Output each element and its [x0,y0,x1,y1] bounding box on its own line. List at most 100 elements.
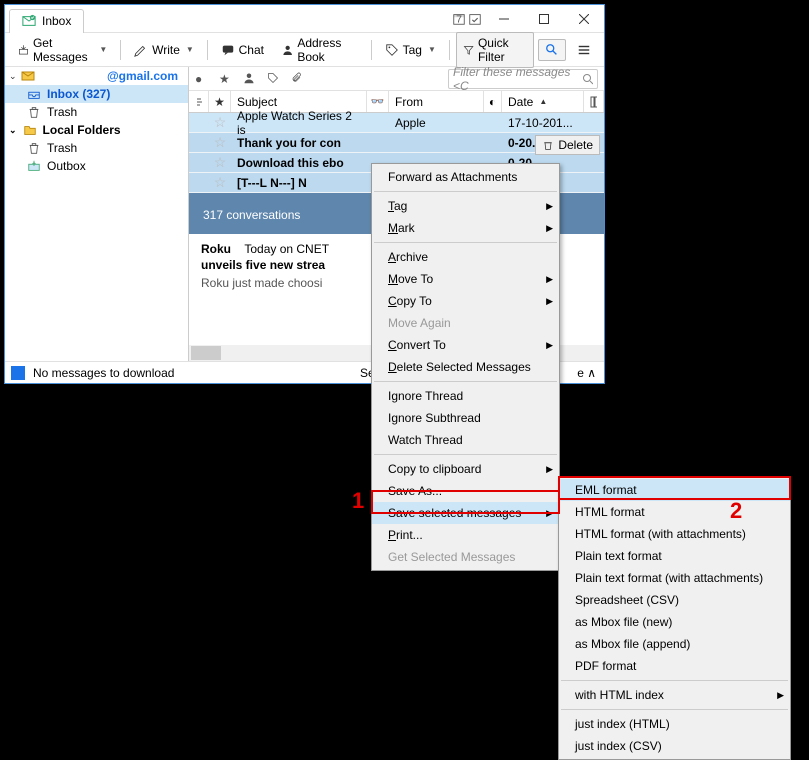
tag-filter-icon[interactable] [267,72,281,86]
star-icon[interactable]: ☆ [214,114,227,131]
calendar-icon[interactable]: 7 [452,12,466,26]
menu-item[interactable]: Convert To▶ [372,334,559,356]
menu-item[interactable]: Print... [372,524,559,546]
menu-item[interactable]: Plain text format (with attachments) [559,567,790,589]
menu-item[interactable]: Move To▶ [372,268,559,290]
folder-outbox[interactable]: Outbox [5,157,188,175]
main-toolbar: Get Messages▼ Write ▼ Chat Address Book T… [5,33,604,67]
address-book-button[interactable]: Address Book [275,32,365,68]
menu-item[interactable]: Watch Thread [372,429,559,451]
menu-item[interactable]: Copy To▶ [372,290,559,312]
app-menu-button[interactable] [570,39,598,61]
menu-item[interactable]: Save As... [372,480,559,502]
tag-button[interactable]: Tag▼ [378,39,443,61]
minimize-button[interactable] [484,7,524,31]
account-row[interactable]: ⌄ @gmail.com [5,67,188,85]
menu-item-label: Mark [388,221,415,235]
col-correspondent[interactable]: 👓 [367,91,389,112]
menu-item[interactable]: Ignore Thread [372,385,559,407]
message-context-menu[interactable]: Forward as AttachmentsTag▶Mark▶ArchiveMo… [371,163,560,571]
maximize-button[interactable] [524,7,564,31]
delete-button-overlay[interactable]: Delete [535,135,600,155]
menu-item[interactable]: Plain text format [559,545,790,567]
menu-item[interactable]: Tag▶ [372,195,559,217]
menu-item[interactable]: Archive [372,246,559,268]
menu-item[interactable]: EML format [559,479,790,501]
menu-item[interactable]: with HTML index▶ [559,684,790,706]
menu-item-label: Plain text format [575,549,662,563]
account-email: @gmail.com [37,69,184,83]
menu-item[interactable]: HTML format [559,501,790,523]
address-book-label: Address Book [297,36,357,64]
write-label: Write [152,43,180,57]
col-indicator[interactable]: ◐ [484,91,502,112]
menu-item[interactable]: Delete Selected Messages [372,356,559,378]
chat-button[interactable]: Chat [214,39,271,61]
col-subject-label: Subject [237,95,277,109]
trash-icon [542,139,554,151]
star-filter-icon[interactable]: ★ [219,72,233,86]
menu-item[interactable]: Spreadsheet (CSV) [559,589,790,611]
msg-subject: Thank you for con [231,133,367,152]
menu-item-label: Copy To [388,294,432,308]
trash-icon [27,141,41,155]
menu-item[interactable]: Forward as Attachments [372,166,559,188]
tab-label: Inbox [42,14,71,28]
folder-inbox[interactable]: Inbox (327) [5,85,188,103]
menu-item[interactable]: just index (HTML) [559,713,790,735]
delete-label: Delete [558,138,593,152]
tasks-icon[interactable] [468,12,482,26]
menu-item-label: Archive [388,250,428,264]
star-icon[interactable]: ☆ [214,154,227,171]
menu-item[interactable]: as Mbox file (new) [559,611,790,633]
col-date-label: Date [508,95,533,109]
submenu-arrow-icon: ▶ [546,464,553,475]
menu-item[interactable]: Copy to clipboard ▶ [372,458,559,480]
menu-item[interactable]: Mark▶ [372,217,559,239]
write-button[interactable]: Write ▼ [127,39,201,61]
unread-filter-icon[interactable]: ● [195,72,209,86]
filter-messages-input[interactable]: Filter these messages <C [448,69,598,89]
menu-item[interactable]: Save selected messages▶ [372,502,559,524]
close-button[interactable] [564,7,604,31]
folder-trash[interactable]: Trash [5,103,188,121]
menu-item: Get Selected Messages [372,546,559,568]
menu-item[interactable]: Ignore Subthread [372,407,559,429]
menu-item-label: HTML format (with attachments) [575,527,746,541]
hamburger-icon [577,43,591,57]
menu-item[interactable]: as Mbox file (append) [559,633,790,655]
submenu-arrow-icon: ▶ [777,690,784,701]
col-thread[interactable] [189,91,209,112]
col-from-label: From [395,95,423,109]
folder-local-trash[interactable]: Trash [5,139,188,157]
col-star[interactable]: ★ [209,91,231,112]
filter-placeholder-text: Filter these messages <C [453,67,582,93]
msg-from: Apple [389,113,484,132]
message-row[interactable]: ☆Apple Watch Series 2 isApple17-10-201..… [189,113,604,133]
dot-icon: ◐ [489,95,496,109]
global-search-button[interactable] [538,39,566,61]
local-folders-row[interactable]: ⌄ Local Folders [5,121,188,139]
contact-filter-icon[interactable] [243,72,257,86]
menu-item[interactable]: PDF format [559,655,790,677]
col-date[interactable]: Date▲ [502,91,584,112]
save-format-submenu[interactable]: EML formatHTML format HTML format (with a… [558,476,791,760]
attachment-filter-icon[interactable] [291,72,305,86]
quick-filter-button[interactable]: Quick Filter [456,32,534,68]
get-messages-button[interactable]: Get Messages▼ [11,32,114,68]
menu-item[interactable]: HTML format (with attachments) [559,523,790,545]
menu-item-label: Convert To [388,338,446,352]
menu-item-label: as Mbox file (append) [575,637,690,651]
star-icon[interactable]: ☆ [214,134,227,151]
expand-toggle-icon[interactable]: ⌄ [9,71,19,82]
expand-toggle-icon[interactable]: ⌄ [9,125,17,136]
scrollbar-thumb[interactable] [191,346,221,360]
col-from[interactable]: From [389,91,484,112]
col-picker[interactable] [584,91,604,112]
menu-item-label: Save selected messages [388,506,521,520]
chevron-down-icon: ▼ [186,45,194,54]
tab-inbox[interactable]: Inbox [9,9,84,33]
star-icon[interactable]: ☆ [214,174,227,191]
menu-item-label: Delete Selected Messages [388,360,531,374]
menu-item-label: Copy to clipboard [388,462,481,476]
